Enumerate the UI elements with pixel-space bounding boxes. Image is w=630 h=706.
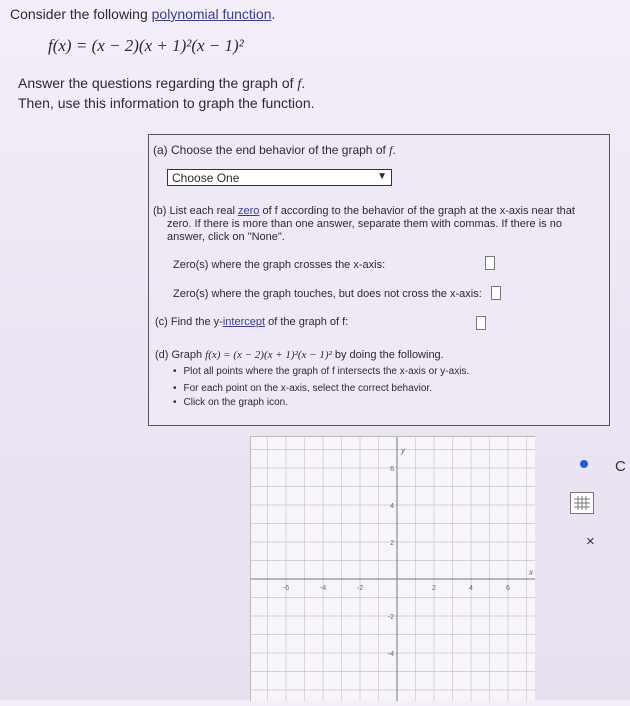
bullet-1: Plot all points where the graph of f int… — [173, 366, 470, 377]
x-tick-label: -2 — [357, 585, 363, 592]
part-a-label: (a) Choose the end behavior of the graph… — [153, 143, 396, 158]
x-tick-label: 2 — [432, 585, 436, 592]
part-b-line2: zero. If there is more than one answer, … — [167, 218, 562, 230]
part-b-text: (b) List each real zero of f according t… — [153, 205, 598, 244]
y-tick-label: -2 — [388, 614, 394, 621]
part-a-text: (a) Choose the end behavior of the graph… — [153, 143, 390, 157]
instruction-line2: Then, use this information to graph the … — [18, 95, 315, 111]
question-panel: (a) Choose the end behavior of the graph… — [148, 134, 610, 426]
instruction-line1-end: . — [301, 75, 306, 91]
x-tick-label: -4 — [320, 585, 326, 592]
part-d-function: f(x) = (x − 2)(x + 1)²(x − 1)² — [205, 349, 332, 361]
close-icon[interactable]: × — [586, 533, 595, 550]
grid-lines — [251, 437, 535, 701]
graph-grid[interactable]: -6 -4 -2 2 4 6 6 4 2 -2 -4 x y — [251, 437, 535, 701]
part-c-label: (c) Find the y-intercept of the graph of… — [155, 316, 348, 328]
function-formula: f(x) = (x − 2)(x + 1)²(x − 1)² — [48, 36, 244, 55]
crosses-answer-box[interactable] — [485, 256, 495, 270]
part-b-label-a: (b) List each real — [153, 205, 238, 217]
zero-link[interactable]: zero — [238, 205, 259, 217]
part-d-label: (d) Graph f(x) = (x − 2)(x + 1)²(x − 1)²… — [155, 349, 444, 361]
y-tick-label: 4 — [390, 503, 394, 510]
y-tick-labels: 6 4 2 -2 -4 — [388, 466, 394, 658]
part-a-end: . — [392, 143, 396, 157]
y-intercept-answer-box[interactable] — [476, 316, 486, 330]
polynomial-function-link[interactable]: polynomial function — [152, 6, 272, 22]
intercept-link[interactable]: intercept — [223, 316, 265, 328]
touches-label: Zero(s) where the graph touches, but doe… — [173, 288, 482, 300]
y-axis-label: y — [400, 446, 406, 455]
intro-prefix: Consider the following — [10, 6, 152, 22]
x-axis-label: x — [528, 568, 534, 577]
part-d-label-b: by doing the following. — [331, 349, 444, 361]
y-tick-label: 2 — [390, 540, 394, 547]
bullet-2: For each point on the x-axis, select the… — [173, 383, 432, 394]
crosses-label: Zero(s) where the graph crosses the x-ax… — [173, 259, 386, 271]
point-tool-icon[interactable] — [580, 460, 588, 468]
end-behavior-select[interactable]: Choose One ▼ — [167, 169, 392, 186]
part-b-label-b: of f according to the behavior of the gr… — [259, 205, 575, 217]
part-c-label-b: of the graph of f: — [265, 316, 349, 328]
part-d-label-a: (d) Graph — [155, 349, 206, 361]
x-tick-label: 6 — [506, 585, 510, 592]
graph-icon[interactable] — [570, 492, 594, 514]
partial-icon[interactable]: C — [615, 458, 626, 475]
y-tick-label: -4 — [388, 651, 394, 658]
graphing-area[interactable]: -6 -4 -2 2 4 6 6 4 2 -2 -4 x y — [250, 436, 535, 701]
bullet-3: Click on the graph icon. — [173, 397, 289, 408]
instructions: Answer the questions regarding the graph… — [18, 74, 315, 112]
touches-answer-box[interactable] — [491, 286, 501, 300]
part-b-line3: answer, click on "None". — [167, 231, 285, 243]
part-c-label-a: (c) Find the y- — [155, 316, 223, 328]
intro-suffix: . — [271, 6, 276, 22]
instruction-line1: Answer the questions regarding the graph… — [18, 75, 298, 91]
x-tick-labels: -6 -4 -2 2 4 6 — [283, 585, 510, 592]
select-value: Choose One — [172, 171, 240, 185]
chevron-down-icon: ▼ — [377, 171, 387, 182]
y-tick-label: 6 — [390, 466, 394, 473]
x-tick-label: 4 — [469, 585, 473, 592]
x-tick-label: -6 — [283, 585, 289, 592]
intro-text: Consider the following polynomial functi… — [10, 6, 275, 22]
